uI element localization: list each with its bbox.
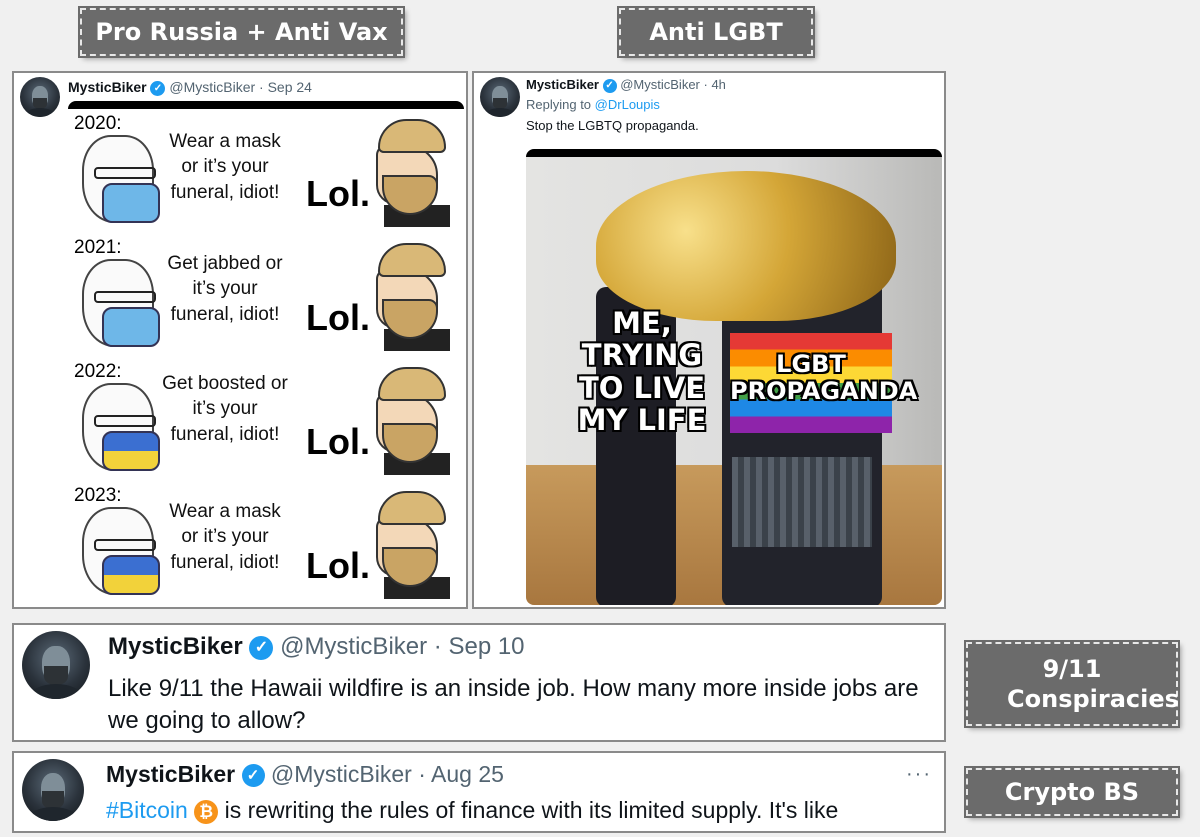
meme-quote: Get jabbed or it’s your funeral, idiot! [167,253,283,325]
author-handle[interactable]: @MysticBiker [169,79,255,95]
meme-row: 2020: Wear a mask or it’s your funeral, … [68,113,464,233]
author-name[interactable]: MysticBiker [68,79,147,95]
label-text: Crypto BS [1004,778,1140,806]
tweet-text: Stop the LGBTQ propaganda. [526,118,699,133]
tuba-image [596,171,896,321]
meme-reply: Lol. [306,421,370,462]
chad-figure [368,119,450,227]
tweet-text-line: #Bitcoin ₿ is rewriting the rules of fin… [106,797,838,824]
meme-year: 2021: [74,237,122,258]
tweet-date[interactable]: · Aug 25 [418,761,504,787]
meme-year: 2022: [74,361,122,382]
meme-reply: Lol. [306,545,370,586]
meme-quote: Wear a mask or it’s your funeral, idiot! [169,501,281,573]
author-name[interactable]: MysticBiker [108,633,243,660]
wojak-figure [82,507,160,595]
wojak-figure [82,135,160,223]
label-text: 9/11 Conspiracies [1007,655,1179,713]
meme-reply: Lol. [306,173,370,214]
wojak-figure [82,259,160,347]
verified-badge-icon: ✓ [249,635,274,660]
label-crypto-bs: Crypto BS [964,766,1180,818]
meme-row: 2023: Wear a mask or it’s your funeral, … [68,485,464,605]
verified-badge-icon: ✓ [241,764,265,788]
tweet-header: MysticBiker ✓ @MysticBiker · Sep 24 [68,79,312,96]
tweet-header: MysticBiker ✓ @MysticBiker · Sep 10 [108,633,525,661]
tweet-card-lgbt[interactable]: MysticBiker ✓ @MysticBiker · 4h Replying… [472,71,946,609]
verified-badge-icon: ✓ [150,80,166,96]
meme-year: 2020: [74,113,122,134]
chad-figure [368,491,450,599]
meme-image-wojak-chad[interactable]: 2020: Wear a mask or it’s your funeral, … [68,101,464,605]
meme-reply: Lol. [306,297,370,338]
avatar[interactable] [480,77,520,117]
author-name[interactable]: MysticBiker [526,77,599,92]
meme-caption-right: LGBT PROPAGANDA [730,350,918,405]
tweet-header: MysticBiker ✓ @MysticBiker · Aug 25 [106,761,504,788]
author-handle[interactable]: @MysticBiker [271,761,412,787]
label-text: Pro Russia + Anti Vax [95,18,388,46]
wojak-figure [82,383,160,471]
avatar[interactable] [20,77,60,117]
avatar[interactable] [22,631,90,699]
label-text: Anti LGBT [649,18,783,46]
chad-figure [368,367,450,475]
bitcoin-icon: ₿ [194,799,219,824]
replying-to-link[interactable]: @DrLoupis [595,97,660,112]
tweet-date[interactable]: · Sep 10 [434,633,525,660]
author-name[interactable]: MysticBiker [106,761,235,787]
tweet-header: MysticBiker ✓ @MysticBiker · 4h [526,77,726,93]
author-handle[interactable]: @MysticBiker [280,633,427,660]
label-anti-lgbt: Anti LGBT [617,6,815,58]
author-handle[interactable]: @MysticBiker [620,77,700,92]
tweet-card-911[interactable]: MysticBiker ✓ @MysticBiker · Sep 10 Like… [12,623,946,742]
hashtag-link[interactable]: #Bitcoin [106,797,188,823]
tweet-date[interactable]: · Sep 24 [259,79,312,95]
meme-row: 2022: Get boosted or it’s your funeral, … [68,361,464,481]
more-options-icon[interactable]: ··· [906,763,932,786]
tweet-card-vax[interactable]: MysticBiker ✓ @MysticBiker · Sep 24 2020… [12,71,468,609]
meme-row: 2021: Get jabbed or it’s your funeral, i… [68,237,464,357]
meme-image-tuba[interactable]: ME, TRYING TO LIVE MY LIFE LGBT PROPAGAN… [526,149,942,605]
tweet-text: Like 9/11 the Hawaii wildfire is an insi… [108,675,919,734]
meme-year: 2023: [74,485,122,506]
replying-prefix: Replying to [526,97,592,112]
tweet-text: is rewriting the rules of finance with i… [224,797,839,823]
meme-caption-left: ME, TRYING TO LIVE MY LIFE [577,306,707,438]
meme-quote: Wear a mask or it’s your funeral, idiot! [169,131,281,203]
tweet-date[interactable]: · 4h [704,77,726,92]
label-911-conspiracies: 9/11 Conspiracies [964,640,1180,728]
verified-badge-icon: ✓ [602,78,617,93]
avatar[interactable] [22,759,84,821]
label-pro-russia-anti-vax: Pro Russia + Anti Vax [78,6,405,58]
chad-figure [368,243,450,351]
replying-to: Replying to @DrLoupis [526,97,660,112]
meme-quote: Get boosted or it’s your funeral, idiot! [162,373,288,445]
tweet-card-crypto[interactable]: MysticBiker ✓ @MysticBiker · Aug 25 ··· … [12,751,946,833]
